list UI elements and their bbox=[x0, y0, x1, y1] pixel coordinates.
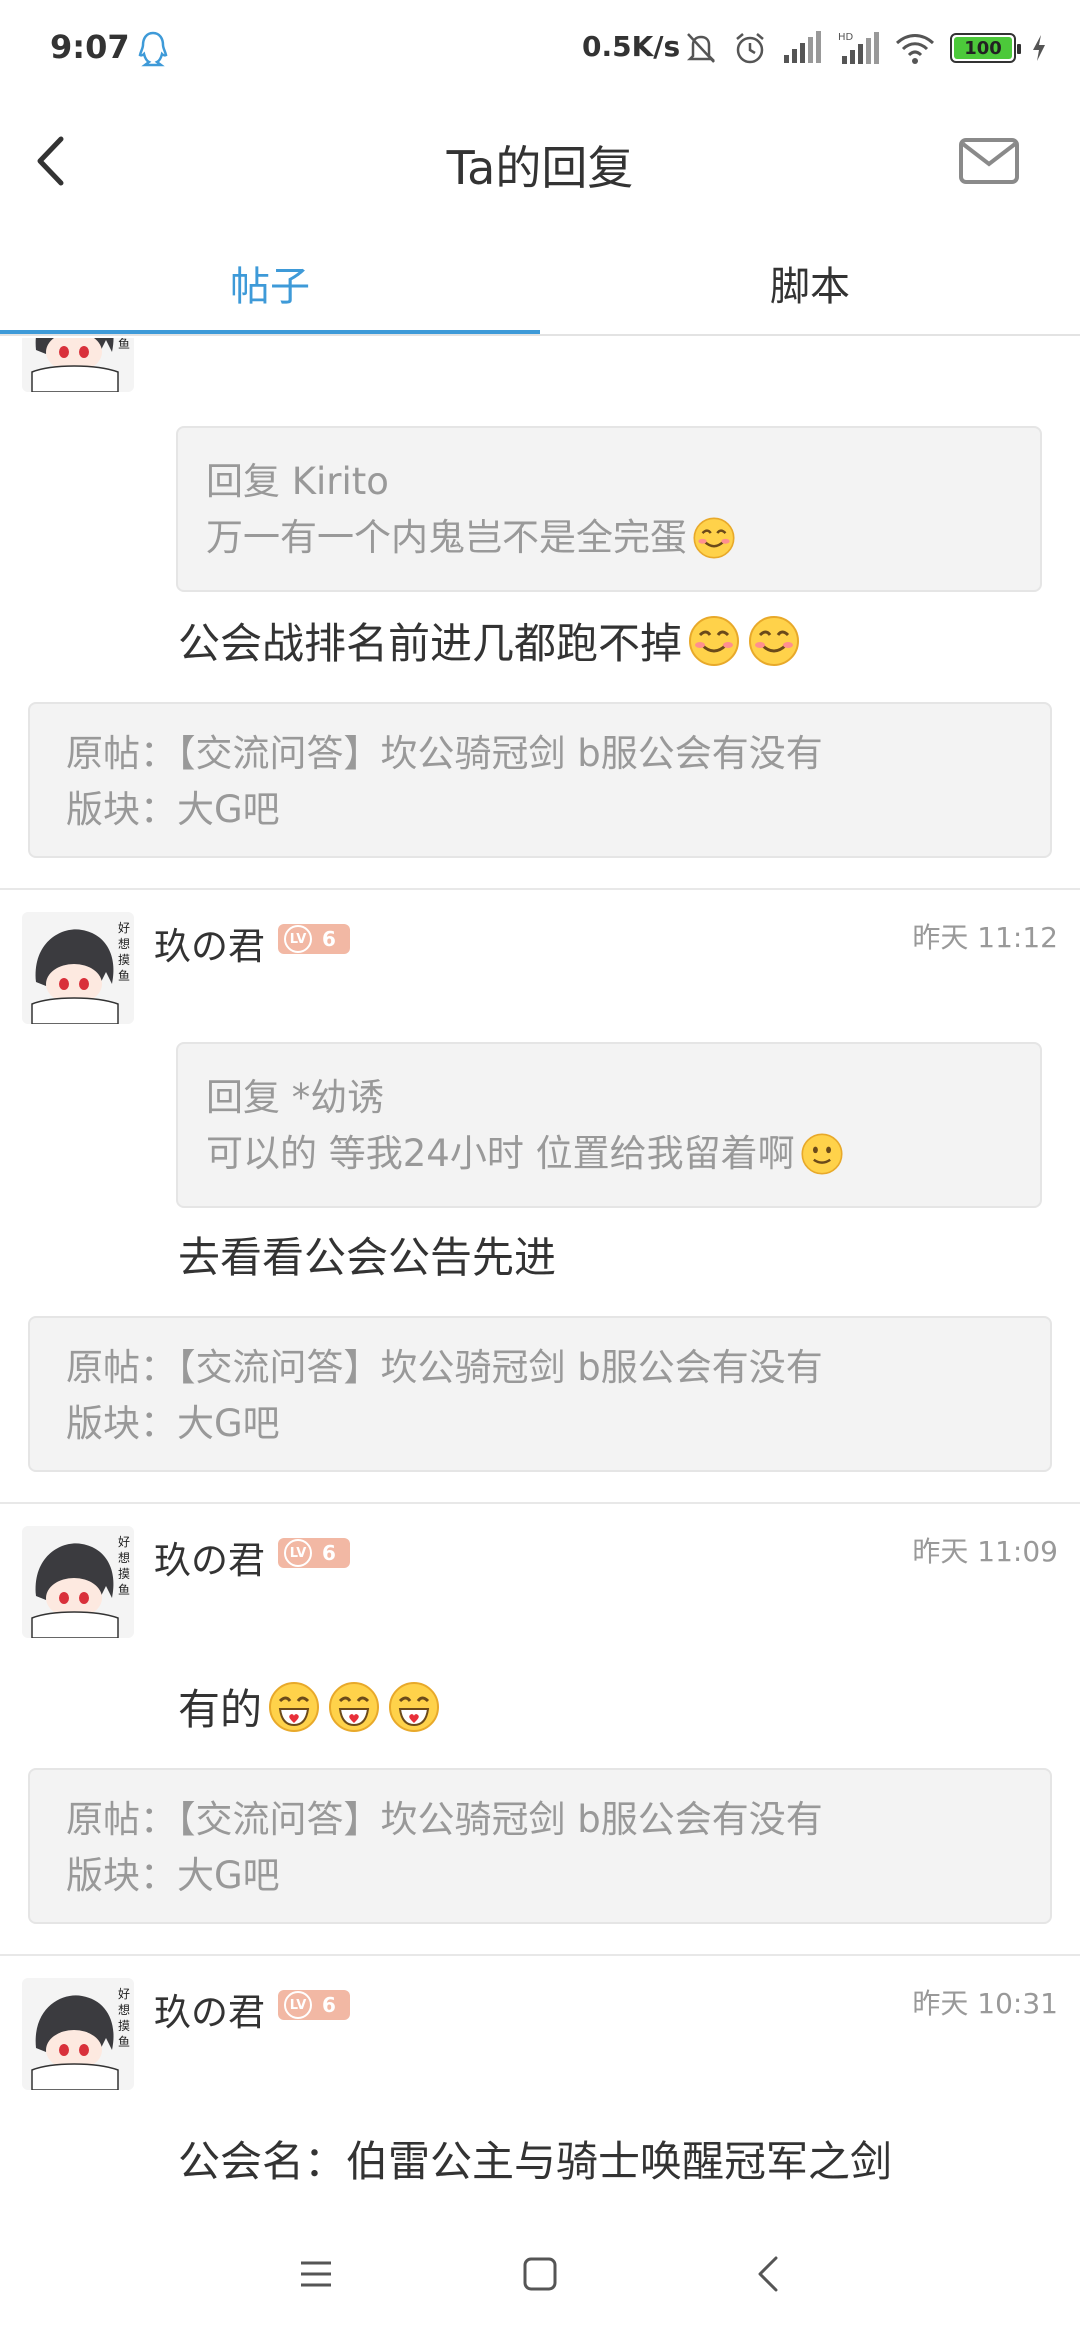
reply-text: 公会名：伯雷公主与骑士唤醒冠军之剑 bbox=[178, 2137, 893, 2186]
level-badge: LV 6 bbox=[278, 924, 350, 954]
reply-list[interactable]: 好 想 摸 鱼 回复 Kirito 万一有一个内鬼岂不是全完蛋 公会战排名前进几… bbox=[0, 338, 1080, 2200]
love-grin-emoji-icon bbox=[329, 1681, 380, 1732]
quoted-reply[interactable]: 回复 *幼诱 可以的 等我24小时 位置给我留着啊 bbox=[176, 1042, 1042, 1208]
quote-target: 回复 Kirito bbox=[206, 460, 389, 503]
username[interactable]: 玖の君 bbox=[154, 1982, 265, 2036]
reply-time: 昨天 11:12 bbox=[912, 921, 1058, 954]
hd-signal-icon: HD bbox=[838, 32, 879, 64]
smile-emoji-icon bbox=[693, 517, 735, 559]
qq-notification-icon bbox=[138, 31, 168, 67]
page-title: Ta的回复 bbox=[446, 141, 634, 195]
level-number: 6 bbox=[322, 1993, 336, 2017]
forum-section: 版块：大G吧 bbox=[66, 1854, 280, 1897]
level-number: 6 bbox=[322, 927, 336, 951]
svg-text:想: 想 bbox=[118, 936, 130, 951]
divider bbox=[0, 1502, 1080, 1504]
original-post-card[interactable]: 原帖：【交流问答】坎公骑冠剑 b服公会有没有 版块：大G吧 bbox=[28, 1316, 1052, 1472]
svg-text:摸: 摸 bbox=[118, 953, 130, 967]
top-bar: Ta的回复 bbox=[0, 96, 1080, 230]
level-number: 6 bbox=[322, 1541, 336, 1565]
love-grin-emoji-icon bbox=[269, 1681, 320, 1732]
svg-text:好: 好 bbox=[118, 1535, 130, 1549]
network-speed: 0.5K/s bbox=[582, 30, 681, 63]
svg-text:好: 好 bbox=[118, 921, 130, 935]
menu-icon bbox=[301, 2261, 331, 2287]
alarm-icon bbox=[736, 33, 764, 64]
tab-posts[interactable]: 帖子 bbox=[0, 230, 540, 336]
username[interactable]: 玖の君 bbox=[154, 916, 265, 970]
svg-text:想: 想 bbox=[118, 1550, 130, 1565]
status-time: 9:07 bbox=[50, 28, 130, 66]
level-badge: LV 6 bbox=[278, 1538, 350, 1568]
back-triangle-icon bbox=[758, 2256, 778, 2292]
reply-content: 有的 bbox=[178, 1676, 442, 1737]
forum-section: 版块：大G吧 bbox=[66, 1402, 280, 1445]
tab-scripts[interactable]: 脚本 bbox=[540, 230, 1080, 336]
reply-content: 去看看公会公告先进 bbox=[178, 1224, 556, 1285]
battery-level: 100 bbox=[964, 37, 1002, 59]
forum-section: 版块：大G吧 bbox=[66, 788, 280, 831]
svg-text:鱼: 鱼 bbox=[118, 1583, 130, 1597]
reply-content: 公会名：伯雷公主与骑士唤醒冠军之剑 bbox=[178, 2128, 892, 2189]
smile-emoji-icon bbox=[689, 615, 740, 666]
grin-emoji-icon bbox=[801, 1133, 843, 1175]
signal-icon bbox=[784, 31, 821, 63]
charging-icon bbox=[1033, 35, 1045, 61]
mute-bell-icon bbox=[686, 33, 716, 63]
username[interactable]: 玖の君 bbox=[154, 1530, 265, 1584]
status-icons: HD 100 bbox=[684, 26, 1048, 70]
smile-emoji-icon bbox=[749, 615, 800, 666]
divider bbox=[0, 1954, 1080, 1956]
reply-content: 公会战排名前进几都跑不掉 bbox=[178, 610, 802, 671]
reply-time: 昨天 10:31 bbox=[912, 1987, 1058, 2020]
tab-bar: 帖子 脚本 bbox=[0, 230, 1080, 336]
svg-text:鱼: 鱼 bbox=[118, 338, 130, 351]
quote-target: 回复 *幼诱 bbox=[206, 1076, 385, 1119]
quote-text: 可以的 等我24小时 位置给我留着啊 bbox=[206, 1132, 795, 1175]
original-post-title: 原帖：【交流问答】坎公骑冠剑 b服公会有没有 bbox=[66, 1798, 823, 1841]
level-badge: LV 6 bbox=[278, 1990, 350, 2020]
svg-text:摸: 摸 bbox=[118, 2019, 130, 2033]
original-post-card[interactable]: 原帖：【交流问答】坎公骑冠剑 b服公会有没有 版块：大G吧 bbox=[28, 1768, 1052, 1924]
wifi-icon bbox=[895, 34, 935, 64]
reply-time: 昨天 11:09 bbox=[912, 1535, 1058, 1568]
original-post-title: 原帖：【交流问答】坎公骑冠剑 b服公会有没有 bbox=[66, 732, 823, 775]
level-tag: LV bbox=[284, 1991, 312, 2019]
reply-text: 有的 bbox=[178, 1685, 263, 1734]
status-bar: 9:07 0.5K/s HD 100 bbox=[0, 0, 1080, 96]
avatar[interactable]: 好 想 摸 鱼 bbox=[22, 912, 134, 1024]
reply-text: 去看看公会公告先进 bbox=[178, 1233, 557, 1282]
battery-icon: 100 bbox=[950, 33, 1021, 63]
svg-text:摸: 摸 bbox=[118, 1567, 130, 1581]
avatar[interactable]: 好 想 摸 鱼 bbox=[22, 1978, 134, 2090]
home-button[interactable] bbox=[510, 2244, 570, 2304]
divider bbox=[0, 888, 1080, 890]
level-tag: LV bbox=[284, 925, 312, 953]
mail-icon[interactable] bbox=[958, 136, 1020, 186]
svg-text:鱼: 鱼 bbox=[118, 969, 130, 983]
svg-text:想: 想 bbox=[118, 2002, 130, 2017]
reply-text: 公会战排名前进几都跑不掉 bbox=[178, 619, 683, 668]
level-tag: LV bbox=[284, 1539, 312, 1567]
avatar[interactable]: 好 想 摸 鱼 bbox=[22, 1526, 134, 1638]
svg-text:鱼: 鱼 bbox=[118, 2035, 130, 2049]
original-post-title: 原帖：【交流问答】坎公骑冠剑 b服公会有没有 bbox=[66, 1346, 823, 1389]
svg-text:好: 好 bbox=[118, 1987, 130, 2001]
love-grin-emoji-icon bbox=[389, 1681, 440, 1732]
system-nav-bar bbox=[0, 2200, 1080, 2340]
original-post-card[interactable]: 原帖：【交流问答】坎公骑冠剑 b服公会有没有 版块：大G吧 bbox=[28, 702, 1052, 858]
avatar[interactable]: 好 想 摸 鱼 bbox=[22, 338, 134, 392]
system-back-button[interactable] bbox=[738, 2244, 798, 2304]
svg-text:HD: HD bbox=[838, 32, 854, 43]
quoted-reply[interactable]: 回复 Kirito 万一有一个内鬼岂不是全完蛋 bbox=[176, 426, 1042, 592]
home-square-icon bbox=[523, 2257, 557, 2291]
quote-text: 万一有一个内鬼岂不是全完蛋 bbox=[206, 516, 687, 559]
active-tab-indicator bbox=[0, 330, 540, 334]
menu-button[interactable] bbox=[286, 2244, 346, 2304]
